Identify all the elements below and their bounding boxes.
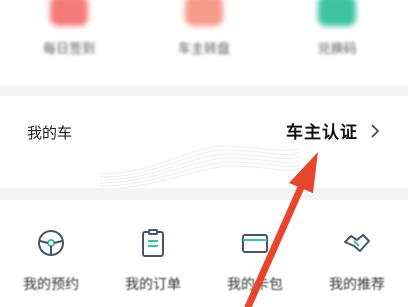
- code-icon: [318, 0, 356, 26]
- calendar-icon: [50, 0, 88, 26]
- my-car-card[interactable]: 我的车 车主认证: [0, 96, 408, 188]
- decorative-wave: [100, 145, 300, 188]
- section-divider: [0, 86, 408, 96]
- handshake-icon: [344, 234, 370, 252]
- steering-wheel-icon: [38, 230, 64, 256]
- my-car-title: 我的车: [27, 124, 73, 142]
- quick-action-checkin[interactable]: 每日签到: [9, 0, 129, 70]
- service-appointments[interactable]: 我的预约: [0, 228, 102, 307]
- owner-verification-link[interactable]: 车主认证: [286, 118, 380, 143]
- quick-action-label: 每日签到: [42, 42, 95, 57]
- quick-action-wheel[interactable]: 车主转盘: [144, 0, 264, 70]
- wheel-icon: [185, 0, 223, 26]
- service-label: 我的订单: [125, 277, 181, 293]
- clipboard-icon: [142, 229, 164, 257]
- service-card-wallet[interactable]: 我的卡包: [204, 228, 306, 307]
- chevron-right-icon: [371, 123, 380, 138]
- quick-action-label: 兑换码: [317, 42, 357, 57]
- section-divider: [0, 188, 408, 200]
- quick-action-label: 车主转盘: [177, 42, 230, 57]
- service-label: 我的推荐: [329, 277, 385, 293]
- owner-verification-label: 车主认证: [286, 123, 358, 143]
- service-label: 我的卡包: [227, 277, 283, 293]
- service-orders[interactable]: 我的订单: [102, 228, 204, 307]
- service-label: 我的预约: [23, 277, 79, 293]
- quick-action-redeem[interactable]: 兑换码: [277, 0, 397, 70]
- quick-actions-row: 每日签到 车主转盘 兑换码: [0, 0, 408, 90]
- service-referrals[interactable]: 我的推荐: [306, 228, 408, 307]
- services-row: 我的预约 我的订单 我的卡包 我的推荐: [0, 200, 408, 307]
- card-icon: [242, 234, 268, 253]
